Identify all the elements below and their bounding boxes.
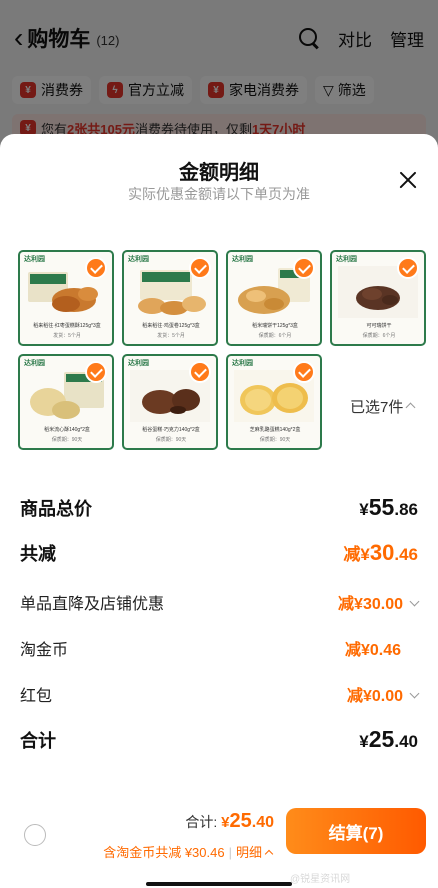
product-thumbnail[interactable]: 达利园 稻米流心酥140g*2盒 保质期：90天 [18,354,114,450]
product-thumbnail[interactable]: 达利园 可可瑞饼干 保质期：6个月 [330,250,426,346]
product-thumbnail[interactable]: 达利园 稻米瑞饼干125g*3盒 保质期：6个月 [226,250,322,346]
home-indicator[interactable] [146,882,292,886]
taojinbi-value: 减¥0.46 [344,642,401,659]
product-caption: 稻米流心酥140g*2盒 [44,427,90,433]
hongbao-label: 红包 [20,688,53,705]
taojinbi-label: 淘金币 [20,642,69,659]
checked-icon [85,361,107,383]
product-subcaption: 保质期：90天 [259,437,291,443]
product-subcaption: 保质期：6个月 [362,333,396,339]
product-caption: 芝麻乳酪蛋糕140g*2盒 [249,427,301,433]
product-thumbnail[interactable]: 达利园 稻来稻往·鸡蛋卷125g*3盒 发货：5个月 [122,250,218,346]
product-caption: 稻来稻往·鸡蛋卷125g*3盒 [142,323,200,329]
grand-total-row: 合计 ¥25.40 [20,726,418,753]
chevron-up-icon [405,402,416,413]
goods-total-row: 商品总价 ¥55.86 [20,494,418,521]
product-caption: 稻米瑞饼干125g*3盒 [252,323,298,329]
sheet-title: 金额明细 [179,162,259,184]
discount-note-text: 含淘金币共减 ¥30.46 [103,845,225,860]
product-thumbnail[interactable]: 达利园 芝麻乳酪蛋糕140g*2盒 保质期：90天 [226,354,322,450]
chevron-down-icon [409,688,420,699]
detail-label: 明细 [235,845,262,860]
sheet-subtitle: 实际优惠金额请以下单页为准 [128,186,310,202]
product-caption: 稻来稻往·红枣蛋糕酥125g*3盒 [33,323,101,329]
taojinbi-row: 淘金币 减¥0.46 [20,636,418,660]
discount-total-value: 减¥30.46 [343,540,418,565]
goods-total-value: ¥55.86 [359,494,418,520]
checked-icon [397,257,419,279]
grand-total-label: 合计 [20,730,56,751]
watermark: @锐星资讯网 [290,874,351,885]
product-subcaption: 保质期：90天 [155,437,187,443]
chevron-down-icon [409,596,420,607]
checkout-bar: 合计: ¥25.40 含淘金币共减 ¥30.46 | 明细 结算(7) [0,802,438,888]
bottom-total: 合计: ¥25.40 [185,810,274,832]
bottom-total-label: 合计: [185,814,222,830]
brand-label: 达利园 [24,360,45,367]
store-discount-row[interactable]: 单品直降及店铺优惠 减¥30.00 [20,590,420,614]
goods-total-label: 商品总价 [20,498,92,519]
amount-detail-sheet: 金额明细 实际优惠金额请以下单页为准 达利园 稻来稻往·红枣蛋糕酥125g*3盒… [0,134,438,888]
discount-total-row: 共减 减¥30.46 [20,540,418,566]
brand-label: 达利园 [128,360,149,367]
selected-count-toggle[interactable]: 已选7件 [350,396,416,417]
grand-total-value: ¥25.40 [359,726,418,752]
selected-count-label: 已选7件 [350,399,404,416]
bottom-discount-note: 含淘金币共减 ¥30.46 | 明细 [103,842,274,861]
checked-icon [189,257,211,279]
brand-label: 达利园 [24,256,45,263]
close-icon[interactable] [396,168,420,192]
checked-icon [189,361,211,383]
hongbao-row[interactable]: 红包 减¥0.00 [20,682,420,706]
product-caption: 稻谷蛋糕·巧克力140g*2盒 [142,427,200,433]
product-subcaption: 发货：5个月 [53,333,81,339]
chevron-up-icon [264,849,274,859]
product-subcaption: 发货：5个月 [157,333,185,339]
select-all-radio[interactable] [24,824,46,846]
checked-icon [293,361,315,383]
product-thumbnail[interactable]: 达利园 稻谷蛋糕·巧克力140g*2盒 保质期：90天 [122,354,218,450]
brand-label: 达利园 [232,256,253,263]
brand-label: 达利园 [336,256,357,263]
product-thumbnails: 达利园 稻来稻往·红枣蛋糕酥125g*3盒 发货：5个月 达利园 稻来稻往·鸡蛋… [18,250,428,450]
store-discount-value: 减¥30.00 [338,596,403,613]
product-thumbnail[interactable]: 达利园 稻来稻往·红枣蛋糕酥125g*3盒 发货：5个月 [18,250,114,346]
checkout-button[interactable]: 结算(7) [286,808,426,854]
checked-icon [293,257,315,279]
product-subcaption: 保质期：90天 [51,437,83,443]
product-subcaption: 保质期：6个月 [258,333,292,339]
product-caption: 可可瑞饼干 [366,323,392,329]
hongbao-value: 减¥0.00 [346,688,403,705]
checked-icon [85,257,107,279]
brand-label: 达利园 [128,256,149,263]
brand-label: 达利园 [232,360,253,367]
discount-total-label: 共减 [20,544,56,564]
store-discount-label: 单品直降及店铺优惠 [20,596,165,613]
detail-toggle[interactable]: 明细 [235,845,274,860]
